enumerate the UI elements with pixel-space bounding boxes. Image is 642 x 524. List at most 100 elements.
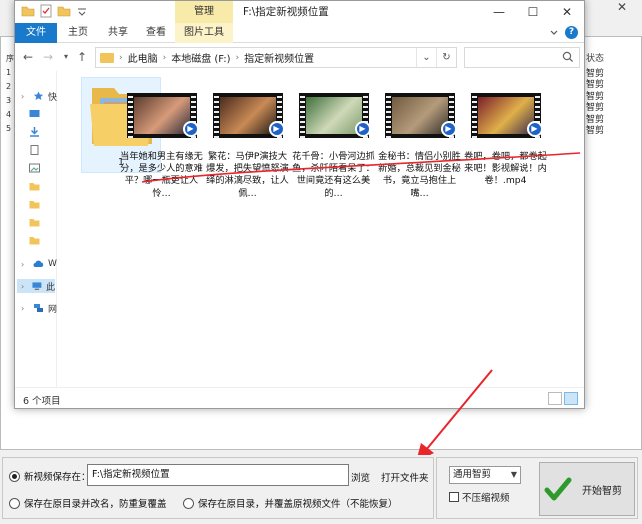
minimize-icon[interactable]: — <box>482 1 516 23</box>
media-player-icon: ▶ <box>268 121 285 137</box>
search-input[interactable] <box>464 47 580 68</box>
manage-context-tab[interactable]: 管理 <box>175 1 233 23</box>
mode-select[interactable]: 通用智剪 ▼ <box>449 466 521 484</box>
chevron-right-icon[interactable]: › <box>163 53 167 63</box>
nav-folder[interactable] <box>29 197 40 211</box>
tab-picture-tools[interactable]: 图片工具 <box>175 23 233 43</box>
nav-desktop[interactable] <box>29 107 40 121</box>
radio-dot[interactable] <box>9 470 20 482</box>
nav-pictures[interactable] <box>29 161 40 175</box>
recent-locations-icon[interactable]: ▾ <box>59 49 73 65</box>
properties-icon[interactable] <box>39 4 53 18</box>
media-player-icon: ▶ <box>354 121 371 137</box>
nav-folder[interactable] <box>29 233 40 247</box>
customize-toolbar-icon[interactable] <box>75 4 89 18</box>
network-icon <box>34 304 43 312</box>
close-icon[interactable]: ✕ <box>550 1 584 23</box>
nav-quick-access[interactable]: › 快 <box>21 89 57 103</box>
breadcrumb-folder[interactable]: 指定新视频位置 <box>244 50 314 65</box>
cloud-icon <box>33 260 44 267</box>
radio-dot[interactable] <box>9 497 20 509</box>
start-button[interactable]: 开始智剪 <box>539 462 635 516</box>
checkmark-icon <box>544 477 572 501</box>
details-view-icon[interactable] <box>548 392 562 405</box>
status-cell: 智剪 <box>586 91 605 102</box>
star-icon <box>33 91 44 100</box>
chevron-down-icon: ▼ <box>510 470 517 479</box>
no-compress-checkbox[interactable]: 不压缩视频 <box>449 490 510 504</box>
tab-view[interactable]: 查看 <box>139 23 173 43</box>
nav-onedrive[interactable]: › W <box>21 257 57 271</box>
media-player-icon: ▶ <box>440 121 457 137</box>
folder-icon <box>29 183 40 191</box>
save-new-label: 新视频保存在： <box>24 472 91 483</box>
media-player-icon: ▶ <box>182 121 199 137</box>
chevron-down-icon[interactable] <box>549 28 559 38</box>
view-toggle <box>548 392 578 405</box>
address-dropdown-icon[interactable]: ⌄ <box>416 48 436 67</box>
download-icon <box>30 127 39 137</box>
tab-file[interactable]: 文件 <box>15 23 57 43</box>
video-file-item[interactable]: ▶ 卷吧，卷吧，都卷起来吧！影视解说！内卷！.mp4 <box>463 79 548 188</box>
folder-icon[interactable] <box>21 4 35 18</box>
browse-button[interactable]: 浏览 <box>351 470 370 484</box>
help-icon[interactable]: ? <box>565 26 578 39</box>
nav-folder[interactable] <box>29 179 40 193</box>
checkbox-box[interactable] <box>449 492 459 502</box>
tab-home[interactable]: 主页 <box>61 23 95 43</box>
save-overwrite-label: 保存在原目录，并覆盖原视频文件（不能恢复） <box>198 499 398 510</box>
save-options-group: 新视频保存在： F:\指定新视频位置 浏览 打开文件夹 保存在原目录并改名，防重… <box>2 457 434 519</box>
run-options-group: 通用智剪 ▼ 不压缩视频 开始智剪 <box>436 457 638 519</box>
refresh-icon[interactable]: ↻ <box>436 48 456 67</box>
status-bar: 6 个项目 <box>15 387 584 408</box>
back-icon[interactable]: ← <box>21 49 35 65</box>
save-rename-radio[interactable]: 保存在原目录并改名，防重复覆盖 <box>9 496 167 510</box>
nav-network[interactable]: › 网 <box>21 301 57 315</box>
desktop-icon <box>29 110 40 117</box>
folder-icon <box>29 219 40 227</box>
address-bar[interactable]: › 此电脑 › 本地磁盘 (F:) › 指定新视频位置 ⌄ ↻ <box>95 47 457 68</box>
nav-downloads[interactable] <box>29 125 40 139</box>
save-rename-label: 保存在原目录并改名，防重复覆盖 <box>24 499 167 510</box>
breadcrumb-drive[interactable]: 本地磁盘 (F:) <box>171 50 230 65</box>
no-compress-label: 不压缩视频 <box>462 493 510 504</box>
maximize-icon[interactable]: ☐ <box>516 1 550 23</box>
video-thumbnail: ▶ <box>295 79 373 149</box>
video-file-item[interactable]: ▶ 花千骨：小骨河边抓鱼，杀阡陌看呆了：世间竟还有这么美的… <box>291 79 376 200</box>
document-icon <box>30 145 39 155</box>
open-folder-button[interactable]: 打开文件夹 <box>381 470 429 484</box>
nav-folder[interactable] <box>29 215 40 229</box>
large-icons-view-icon[interactable] <box>564 392 578 405</box>
up-icon[interactable]: ↑ <box>75 49 89 65</box>
chevron-right-icon[interactable]: › <box>236 53 240 63</box>
title-bar[interactable]: 管理 F:\指定新视频位置 — ☐ ✕ <box>15 1 584 23</box>
item-count: 6 个项目 <box>23 396 61 407</box>
video-thumbnail: ▶ <box>209 79 287 149</box>
video-filename: 花千骨：小骨河边抓鱼，杀阡陌看呆了：世间竟还有这么美的… <box>292 151 375 199</box>
save-path-input[interactable]: F:\指定新视频位置 <box>87 464 349 486</box>
video-thumbnail: ▶ <box>381 79 459 149</box>
radio-dot[interactable] <box>183 497 194 509</box>
ribbon-tabs: 文件 主页 共享 查看 图片工具 ? <box>15 23 584 43</box>
nav-documents[interactable] <box>29 143 40 157</box>
quick-access-toolbar <box>21 4 89 18</box>
nav-this-pc[interactable]: › 此 <box>17 279 55 293</box>
save-new-radio[interactable]: 新视频保存在： <box>9 469 91 483</box>
status-cell: 智剪 <box>586 80 605 90</box>
save-overwrite-radio[interactable]: 保存在原目录，并覆盖原视频文件（不能恢复） <box>183 496 398 510</box>
file-explorer-window: 管理 F:\指定新视频位置 — ☐ ✕ 文件 主页 共享 查看 图片工具 ? ←… <box>14 0 585 409</box>
new-folder-icon[interactable] <box>57 4 71 18</box>
video-file-item[interactable]: ▶ 繁花：马伊P演技大爆发，把失望愤怒演绎的淋漓尽致，让人佩… <box>205 79 290 200</box>
video-file-item[interactable]: ▶ 金秘书：情侣小别胜新婚，总裁见到金秘书，竟立马抱住上嘴… <box>377 79 462 200</box>
address-actions: ⌄ ↻ <box>416 48 456 67</box>
chevron-right-icon[interactable]: › <box>119 53 123 63</box>
video-file-item[interactable]: ▶ 当年她和男主有缘无分，是多少人的意难平？哪一瓶更让人怜… <box>119 79 204 200</box>
window-title: F:\指定新视频位置 <box>243 6 329 18</box>
status-cell: 智剪 <box>586 126 605 136</box>
forward-icon[interactable]: → <box>41 49 55 65</box>
status-cell: 智剪 <box>586 68 605 79</box>
tab-share[interactable]: 共享 <box>101 23 135 43</box>
breadcrumb-this-pc[interactable]: 此电脑 <box>128 50 158 65</box>
background-close-icon[interactable]: ✕ <box>612 0 632 14</box>
computer-icon <box>32 282 42 290</box>
